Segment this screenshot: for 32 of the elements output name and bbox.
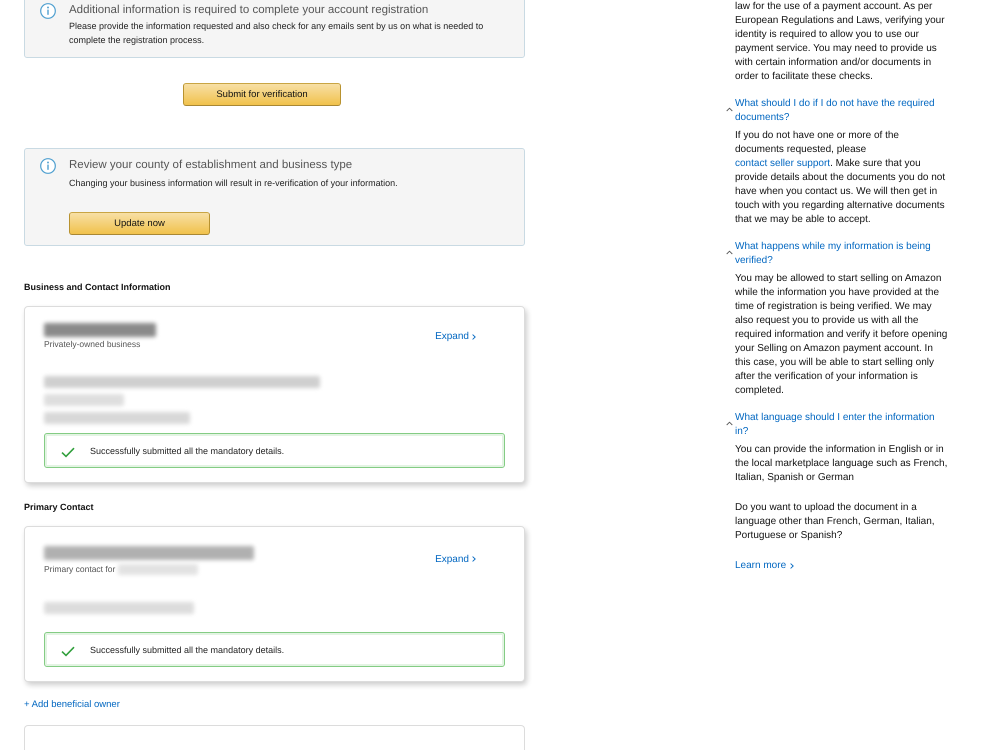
- check-icon: [61, 646, 75, 657]
- alert-title: Review your county of establishment and business type: [69, 158, 352, 173]
- success-text: Successfully submitted all the mandatory details.: [90, 644, 284, 654]
- chevron-right-icon: [472, 556, 476, 562]
- card-subtitle: Privately-owned business: [44, 339, 140, 350]
- contact-support-link[interactable]: contact seller support: [735, 158, 830, 169]
- info-icon: [40, 3, 56, 19]
- faq-question[interactable]: What happens while my information is being verified?: [726, 240, 949, 268]
- update-button[interactable]: Update now: [69, 212, 210, 235]
- section-heading: Primary Contact: [24, 501, 95, 513]
- faq-answer: If you do not have one or more of the documents requested, please contact seller support. Make sure that you provide details about the documents you do not have when you contact us. We will then get in touch with you regarding alternative documents that we may be able to accept.: [735, 129, 946, 227]
- learn-more-link[interactable]: Learn more: [735, 559, 794, 573]
- success-text: Successfully submitted all the mandatory details.: [90, 446, 284, 456]
- info-icon: [40, 158, 56, 174]
- expand-link[interactable]: Expand: [435, 331, 476, 342]
- help-paragraph: law for the use of a payment account. As per European Regulations and Laws, verifying your identity is required to allow you to use our payment service. You may need to provide us with certain information and/or documents in order to facilitate these checks.: [735, 0, 946, 84]
- alert-text: Please provide the information requested and also check for any emails sent by us on what is needed to complete the registration process.: [69, 20, 484, 47]
- expand-link[interactable]: Expand: [435, 554, 476, 564]
- faq-question[interactable]: What should I do if I do not have the required documents?: [726, 97, 949, 125]
- section-heading: Business and Contact Information: [24, 281, 172, 293]
- submit-button[interactable]: Submit for verification: [183, 83, 341, 106]
- faq-question[interactable]: What language should I enter the information in?: [726, 411, 949, 439]
- alert-title: Additional information is required to complete your account registration: [69, 3, 428, 18]
- faq-answer: You can provide the information in English or in the local marketplace language such as French, Italian, Spanish or German: [735, 443, 948, 485]
- alert-text: Changing your business information will result in re-verification of your information.: [69, 177, 398, 190]
- chevron-right-icon: [472, 334, 476, 340]
- check-icon: [61, 447, 75, 458]
- faq-answer: You may be allowed to start selling on Amazon while the information you have provided at the time of registration is being verified. We may also request you to provide us with all the required information and verify it before opening your Selling on Amazon payment account. In this case, you will be able to start selling only after the verification of your information is completed.: [735, 272, 948, 398]
- add-owner-link[interactable]: + Add beneficial owner: [24, 699, 120, 711]
- help-paragraph: Do you want to upload the document in a language other than French, German, Italian, Portuguese or Spanish?: [735, 501, 936, 543]
- chevron-right-icon: [790, 563, 794, 569]
- card-subtitle: Primary contact for: [44, 564, 116, 575]
